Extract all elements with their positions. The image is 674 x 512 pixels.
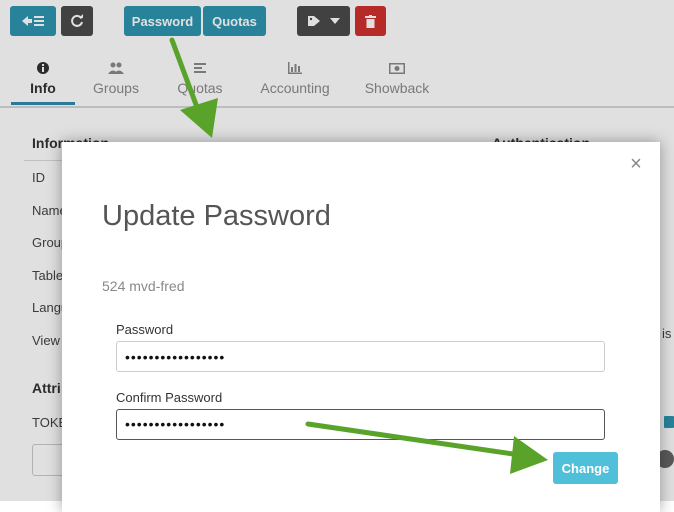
user-id-name: 524 mvd-fred bbox=[102, 278, 185, 294]
change-button[interactable]: Change bbox=[553, 452, 618, 484]
confirm-password-input[interactable]: ••••••••••••••••• bbox=[116, 409, 605, 440]
password-label: Password bbox=[116, 322, 174, 337]
password-input[interactable]: ••••••••••••••••• bbox=[116, 341, 605, 372]
update-password-dialog: × Update Password 524 mvd-fred Password … bbox=[62, 142, 660, 512]
dialog-title: Update Password bbox=[102, 200, 331, 232]
close-icon[interactable]: × bbox=[626, 154, 646, 174]
confirm-password-label: Confirm Password bbox=[116, 390, 223, 405]
